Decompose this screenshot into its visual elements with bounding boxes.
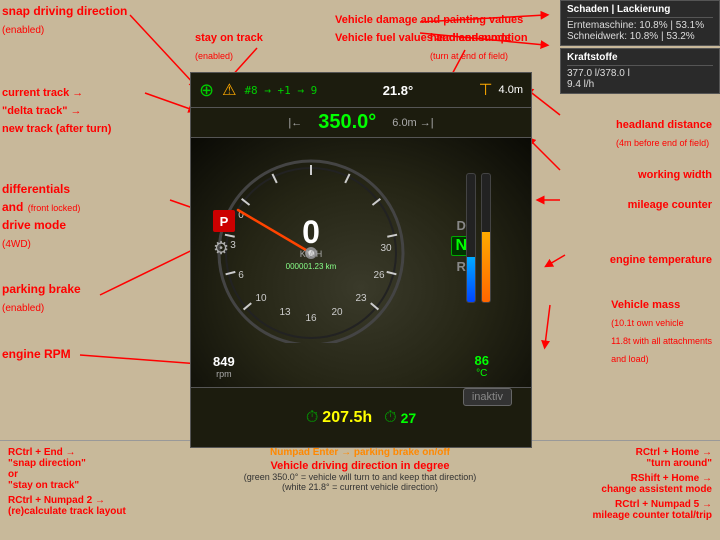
svg-text:10: 10 bbox=[255, 293, 267, 304]
svg-text:6: 6 bbox=[238, 270, 244, 281]
damage-title: Schaden | Lackierung bbox=[567, 4, 713, 18]
current-track-label: current track → "delta track" → new trac… bbox=[2, 83, 111, 137]
rpm-value: 849 bbox=[213, 354, 235, 369]
inaktiv-badge: inaktiv bbox=[463, 388, 512, 406]
bar-blue bbox=[466, 173, 476, 303]
fuel-row1: 377.0 l/378.0 l bbox=[567, 68, 713, 79]
temp-value: 86 bbox=[475, 353, 489, 368]
heading-display: 21.8° bbox=[383, 83, 414, 98]
heading-green: 350.0° bbox=[318, 111, 376, 134]
rctrl-num2-label: RCtrl + Numpad 2 → bbox=[8, 495, 209, 506]
change-assistent-label: change assistent mode bbox=[511, 484, 712, 495]
parking-p-indicator: P bbox=[213, 210, 235, 232]
work-width-val: 6.0m →| bbox=[392, 117, 433, 129]
vehicle-mass-label: Vehicle mass (10.1t own vehicle 11.8t wi… bbox=[611, 295, 712, 367]
temperature-display: 86 °C bbox=[475, 353, 489, 379]
snap-direction-label: snap driving direction (enabled) bbox=[2, 2, 127, 38]
rctrl-end-label: RCtrl + End → bbox=[8, 447, 209, 458]
svg-text:000001.23 km: 000001.23 km bbox=[286, 262, 337, 271]
bar-orange bbox=[481, 173, 491, 303]
svg-text:0: 0 bbox=[302, 214, 320, 250]
counter-value: 27 bbox=[401, 410, 417, 426]
white-dir-label: (white 21.8° = current vehicle direction… bbox=[209, 482, 511, 492]
top-right-info: Schaden | Lackierung Erntemaschine: 10.8… bbox=[560, 0, 720, 94]
svg-text:23: 23 bbox=[355, 293, 367, 304]
time-value: 207.5h bbox=[322, 409, 372, 427]
fuel-row2: 9.4 l/h bbox=[567, 79, 713, 90]
recalc-layout-label: (re)calculate track layout bbox=[8, 506, 209, 517]
damage-box: Schaden | Lackierung Erntemaschine: 10.8… bbox=[560, 0, 720, 46]
mileage-counter-label: mileage counter bbox=[628, 195, 712, 213]
svg-text:13: 13 bbox=[279, 307, 291, 318]
stay-track-label: "stay on track" bbox=[8, 480, 209, 491]
svg-text:26: 26 bbox=[373, 270, 385, 281]
counter-right: ⏱ 27 bbox=[384, 409, 416, 427]
headland-dist-val: 4.0m bbox=[499, 84, 523, 96]
rpm-unit: rpm bbox=[213, 369, 235, 379]
gear-d: D bbox=[457, 218, 466, 233]
snap-dir-label: "snap direction" bbox=[8, 458, 209, 469]
timer-left: ⏱ 207.5h bbox=[306, 409, 372, 427]
gear-r: R bbox=[457, 259, 466, 274]
headland-distance-label: headland distance (4m before end of fiel… bbox=[616, 115, 712, 151]
rshift-home-label: RShift + Home → bbox=[511, 473, 712, 484]
bottom-left: RCtrl + End → "snap direction" or "stay … bbox=[8, 447, 209, 534]
bar-blue-fill bbox=[467, 257, 475, 302]
headland-icon: ⊤ bbox=[479, 80, 493, 100]
svg-text:KM/H: KM/H bbox=[300, 249, 323, 259]
main-cluster: 0 3 6 10 13 16 20 23 26 30 0 KM/H 000001… bbox=[190, 138, 532, 388]
damage-row1: Erntemaschine: 10.8% | 53.1% bbox=[567, 20, 713, 31]
rctrl-home-label: RCtrl + Home → bbox=[511, 447, 712, 458]
headland-right: ⊤ 4.0m bbox=[479, 80, 523, 100]
stay-on-track-icon: ⊕ bbox=[199, 80, 214, 101]
working-width-label: working width bbox=[638, 165, 712, 183]
rctrl-num5-label: RCtrl + Numpad 5 → bbox=[511, 499, 712, 510]
track-info: #8 → +1 → 9 bbox=[244, 84, 317, 97]
vehicle-dir-label: Vehicle driving direction in degree bbox=[209, 460, 511, 472]
svg-text:16: 16 bbox=[305, 313, 317, 324]
engine-rpm-label: engine RPM bbox=[2, 345, 71, 363]
heading-bar: |← 350.0° 6.0m →| bbox=[190, 108, 532, 138]
headland-mode-label: headland mode (turn at end of field) bbox=[430, 28, 511, 64]
numpad-enter-label: Numpad Enter → parking brake on/off bbox=[209, 447, 511, 458]
time-row: ⏱ 207.5h ⏱ 27 bbox=[306, 409, 416, 427]
damage-row2: Schneidwerk: 10.8% | 53.2% bbox=[567, 31, 713, 42]
stay-on-track-label: stay on track (enabled) bbox=[195, 28, 263, 64]
speedometer-svg: 0 3 6 10 13 16 20 23 26 30 0 KM/H 000001… bbox=[211, 143, 411, 343]
svg-text:3: 3 bbox=[230, 240, 236, 251]
temp-unit: °C bbox=[475, 368, 489, 379]
fuel-title: Kraftstoffe bbox=[567, 52, 713, 66]
parking-brake-label: parking brake (enabled) bbox=[2, 280, 81, 316]
or-label: or bbox=[8, 469, 209, 480]
bottom-annotations: RCtrl + End → "snap direction" or "stay … bbox=[0, 440, 720, 540]
bars-display bbox=[466, 168, 491, 308]
warning-icon: ⚠ bbox=[222, 80, 236, 100]
engine-temp-label: engine temperature bbox=[610, 250, 712, 268]
turn-around-label: "turn around" bbox=[511, 458, 712, 469]
differentials-label: differentials and (front locked) drive m… bbox=[2, 180, 80, 252]
work-width-prefix: |← bbox=[288, 117, 302, 129]
green-dir-label: (green 350.0° = vehicle will turn to and… bbox=[209, 472, 511, 482]
heading-white: 21.8° bbox=[383, 83, 414, 98]
rpm-display: 849 rpm bbox=[213, 354, 235, 379]
diff-lock-icon: ⚙ bbox=[213, 238, 229, 259]
bottom-center: Numpad Enter → parking brake on/off Vehi… bbox=[209, 447, 511, 534]
bar-orange-fill bbox=[482, 232, 490, 302]
fuel-box: Kraftstoffe 377.0 l/378.0 l 9.4 l/h bbox=[560, 48, 720, 94]
mileage-total-label: mileage counter total/trip bbox=[511, 510, 712, 521]
counter-icon: ⏱ bbox=[384, 409, 396, 427]
svg-text:20: 20 bbox=[331, 307, 343, 318]
heading-row: |← 350.0° 6.0m →| bbox=[288, 111, 433, 134]
instrument-top-bar: ⊕ ⚠ #8 → +1 → 9 21.8° ⊤ 4.0m bbox=[190, 72, 532, 108]
bottom-right: RCtrl + Home → "turn around" RShift + Ho… bbox=[511, 447, 712, 534]
timer-icon: ⏱ bbox=[306, 409, 318, 427]
svg-text:30: 30 bbox=[380, 243, 392, 254]
